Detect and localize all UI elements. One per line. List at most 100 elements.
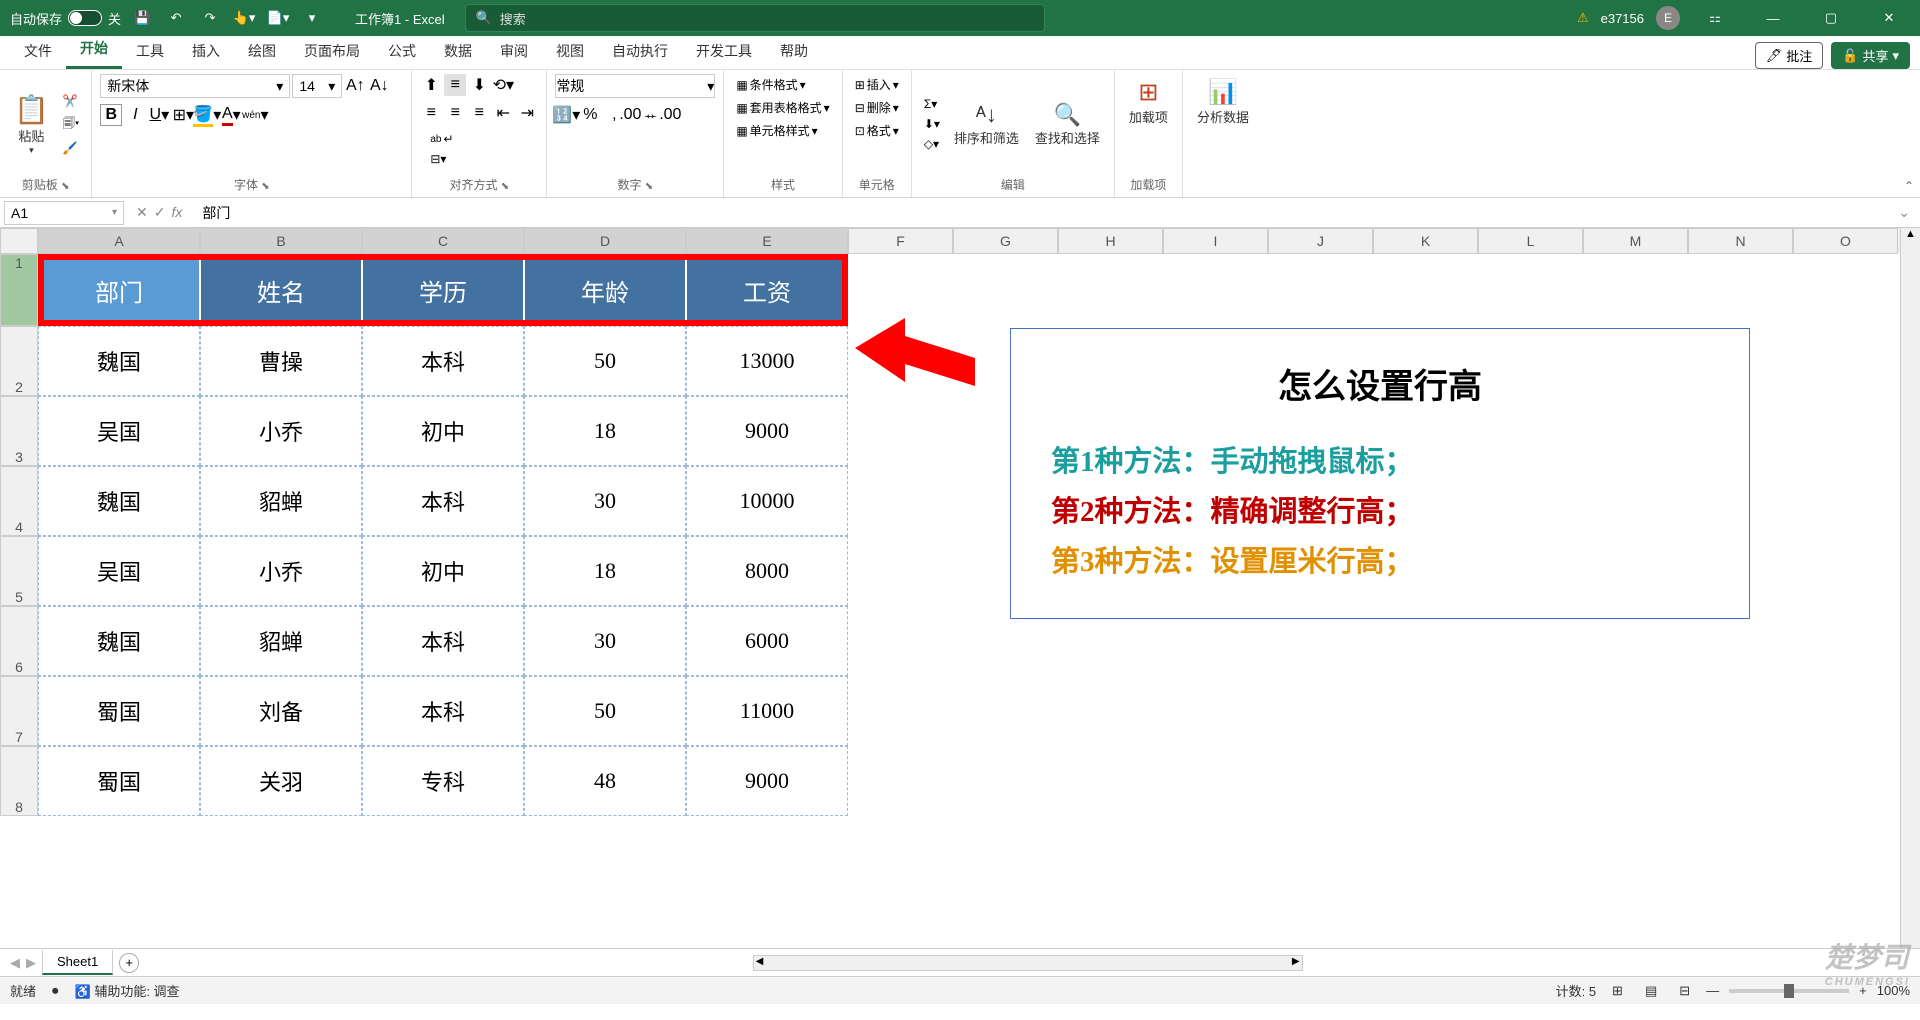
cell[interactable]: 9000 [686, 396, 848, 466]
tab-insert[interactable]: 插入 [178, 33, 234, 69]
align-middle-icon[interactable]: ≡ [444, 74, 466, 96]
table-format-button[interactable]: ▦ 套用表格格式 ▾ [732, 97, 833, 118]
name-box[interactable]: A1▾ [4, 201, 124, 225]
accessibility-button[interactable]: ♿ 辅助功能: 调查 [75, 981, 180, 1000]
vscrollbar[interactable]: ▲ [1900, 228, 1920, 948]
col-header[interactable]: C [362, 228, 524, 254]
cell[interactable]: 11000 [686, 676, 848, 746]
tab-file[interactable]: 文件 [10, 33, 66, 69]
row-header[interactable]: 2 [0, 326, 38, 396]
cell[interactable]: 专科 [362, 746, 524, 816]
sheet-tab-active[interactable]: Sheet1 [42, 950, 113, 975]
qat-more-icon[interactable]: 📄▾ [265, 5, 291, 31]
tab-help[interactable]: 帮助 [766, 33, 822, 69]
clipboard-launcher-icon[interactable]: ⬊ [61, 181, 69, 192]
cell[interactable]: 30 [524, 606, 686, 676]
col-header[interactable]: G [953, 228, 1058, 254]
cell[interactable]: 本科 [362, 676, 524, 746]
cell[interactable]: 18 [524, 396, 686, 466]
fill-color-icon[interactable]: 🪣▾ [196, 104, 218, 126]
cell[interactable]: 貂蝉 [200, 466, 362, 536]
addins-button[interactable]: ⊞加载项 [1123, 74, 1174, 130]
zoom-level[interactable]: 100% [1877, 983, 1910, 998]
italic-icon[interactable]: I [124, 104, 146, 126]
align-bottom-icon[interactable]: ⬇ [468, 74, 490, 96]
view-normal-icon[interactable]: ⊞ [1606, 981, 1629, 1001]
row-header[interactable]: 7 [0, 676, 38, 746]
col-header[interactable]: A [38, 228, 200, 254]
cell[interactable]: 关羽 [200, 746, 362, 816]
cell[interactable]: 姓名 [200, 254, 362, 326]
cell[interactable]: 本科 [362, 466, 524, 536]
zoom-out-icon[interactable]: — [1706, 983, 1719, 998]
tab-layout[interactable]: 页面布局 [290, 33, 374, 69]
tab-home[interactable]: 开始 [66, 30, 122, 69]
align-top-icon[interactable]: ⬆ [420, 74, 442, 96]
tab-automate[interactable]: 自动执行 [598, 33, 682, 69]
collapse-ribbon-icon[interactable]: ⌃ [1904, 179, 1914, 193]
cell[interactable]: 初中 [362, 396, 524, 466]
cell[interactable]: 小乔 [200, 396, 362, 466]
number-launcher-icon[interactable]: ⬊ [645, 181, 653, 192]
decrease-font-icon[interactable]: A↓ [368, 75, 390, 97]
zoom-in-icon[interactable]: + [1859, 983, 1867, 998]
row-header[interactable]: 5 [0, 536, 38, 606]
cell-a1[interactable]: 部门 [38, 254, 200, 326]
indent-dec-icon[interactable]: ⇤ [492, 102, 514, 124]
col-header[interactable]: M [1583, 228, 1688, 254]
row-header[interactable]: 4 [0, 466, 38, 536]
cell[interactable]: 50 [524, 326, 686, 396]
cell[interactable]: 魏国 [38, 606, 200, 676]
wrap-text-icon[interactable]: ab↵ [426, 130, 538, 148]
indent-inc-icon[interactable]: ⇥ [516, 102, 538, 124]
cell[interactable]: 6000 [686, 606, 848, 676]
share-button[interactable]: 🔓 共享 ▾ [1831, 42, 1910, 69]
clear-icon[interactable]: ◇▾ [920, 135, 944, 153]
insert-cells-button[interactable]: ⊞ 插入 ▾ [851, 74, 903, 95]
format-painter-icon[interactable]: 🖌️ [59, 139, 83, 157]
minimize-icon[interactable]: — [1750, 0, 1796, 36]
tab-data[interactable]: 数据 [430, 33, 486, 69]
confirm-fx-icon[interactable]: ✓ [154, 204, 166, 221]
cell[interactable]: 曹操 [200, 326, 362, 396]
align-right-icon[interactable]: ≡ [468, 102, 490, 124]
cell[interactable]: 蜀国 [38, 676, 200, 746]
fx-icon[interactable]: fx [171, 204, 182, 221]
col-header[interactable]: E [686, 228, 848, 254]
font-name-select[interactable]: 新宋体▾ [100, 74, 290, 98]
sort-filter-button[interactable]: ᴬ↓排序和筛选 [948, 74, 1025, 174]
cell[interactable]: 学历 [362, 254, 524, 326]
cell[interactable]: 50 [524, 676, 686, 746]
border-icon[interactable]: ⊞▾ [172, 104, 194, 126]
autosum-icon[interactable]: Σ▾ [920, 95, 944, 113]
cell[interactable]: 蜀国 [38, 746, 200, 816]
close-icon[interactable]: ✕ [1866, 0, 1912, 36]
touch-icon[interactable]: 👆▾ [231, 5, 257, 31]
qat-dropdown-icon[interactable]: ▾ [299, 5, 325, 31]
comments-button[interactable]: 🖊 批注 [1755, 42, 1824, 69]
maximize-icon[interactable]: ▢ [1808, 0, 1854, 36]
currency-icon[interactable]: 🔢▾ [555, 104, 577, 126]
delete-cells-button[interactable]: ⊟ 删除 ▾ [851, 97, 903, 118]
col-header[interactable]: K [1373, 228, 1478, 254]
avatar[interactable]: E [1656, 6, 1680, 30]
tab-review[interactable]: 审阅 [486, 33, 542, 69]
analyze-button[interactable]: 📊分析数据 [1191, 74, 1255, 130]
font-size-select[interactable]: 14▾ [292, 74, 342, 98]
col-header[interactable]: B [200, 228, 362, 254]
add-sheet-button[interactable]: + [119, 953, 139, 973]
rec-icon[interactable]: ⏺ [52, 983, 59, 999]
autosave-toggle[interactable]: 自动保存 关 [10, 9, 121, 28]
undo-icon[interactable]: ↶ [163, 5, 189, 31]
tab-view[interactable]: 视图 [542, 33, 598, 69]
font-color-icon[interactable]: A▾ [220, 104, 242, 126]
cell[interactable]: 8000 [686, 536, 848, 606]
cell[interactable]: 9000 [686, 746, 848, 816]
cell[interactable]: 小乔 [200, 536, 362, 606]
col-header[interactable]: N [1688, 228, 1793, 254]
find-select-button[interactable]: 🔍查找和选择 [1029, 74, 1106, 174]
tab-draw[interactable]: 绘图 [234, 33, 290, 69]
zoom-slider[interactable] [1729, 989, 1849, 993]
row-header[interactable]: 6 [0, 606, 38, 676]
col-header[interactable]: O [1793, 228, 1898, 254]
